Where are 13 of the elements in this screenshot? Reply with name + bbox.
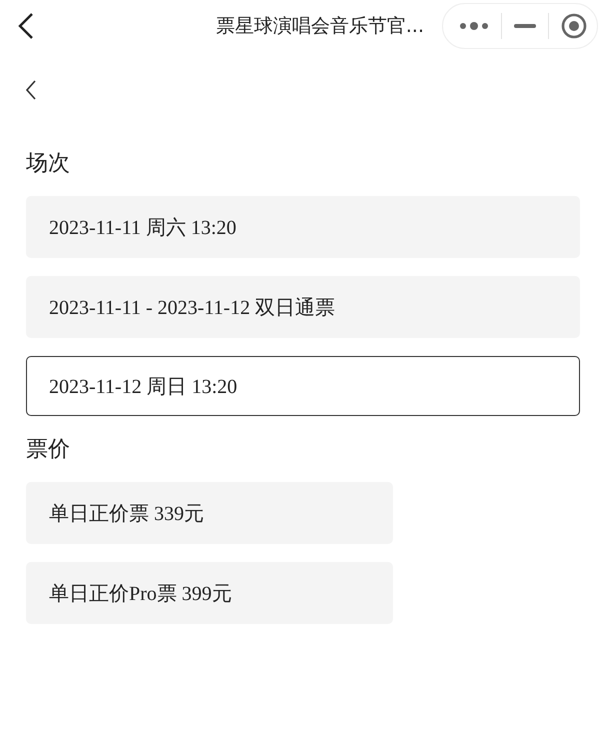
section-heading: 票价 (26, 436, 71, 464)
back-icon[interactable] (26, 80, 36, 100)
back-icon[interactable] (18, 12, 34, 40)
option-card[interactable]: 2023-11-11 - 2023-11-12 双日通票 (26, 276, 580, 338)
close-icon[interactable] (561, 13, 587, 39)
page-title: 票星球演唱会音乐节官... (216, 14, 424, 39)
option-card[interactable]: 单日正价Pro票 399元 (26, 562, 393, 624)
minimize-icon[interactable] (514, 24, 536, 28)
more-icon[interactable] (459, 21, 489, 31)
section-heading: 场次 (26, 150, 71, 178)
option-card[interactable]: 2023-11-11 周六 13:20 (26, 196, 580, 258)
option-card[interactable]: 单日正价票 339元 (26, 482, 393, 544)
option-card[interactable]: 2023-11-12 周日 13:20 (26, 356, 580, 416)
